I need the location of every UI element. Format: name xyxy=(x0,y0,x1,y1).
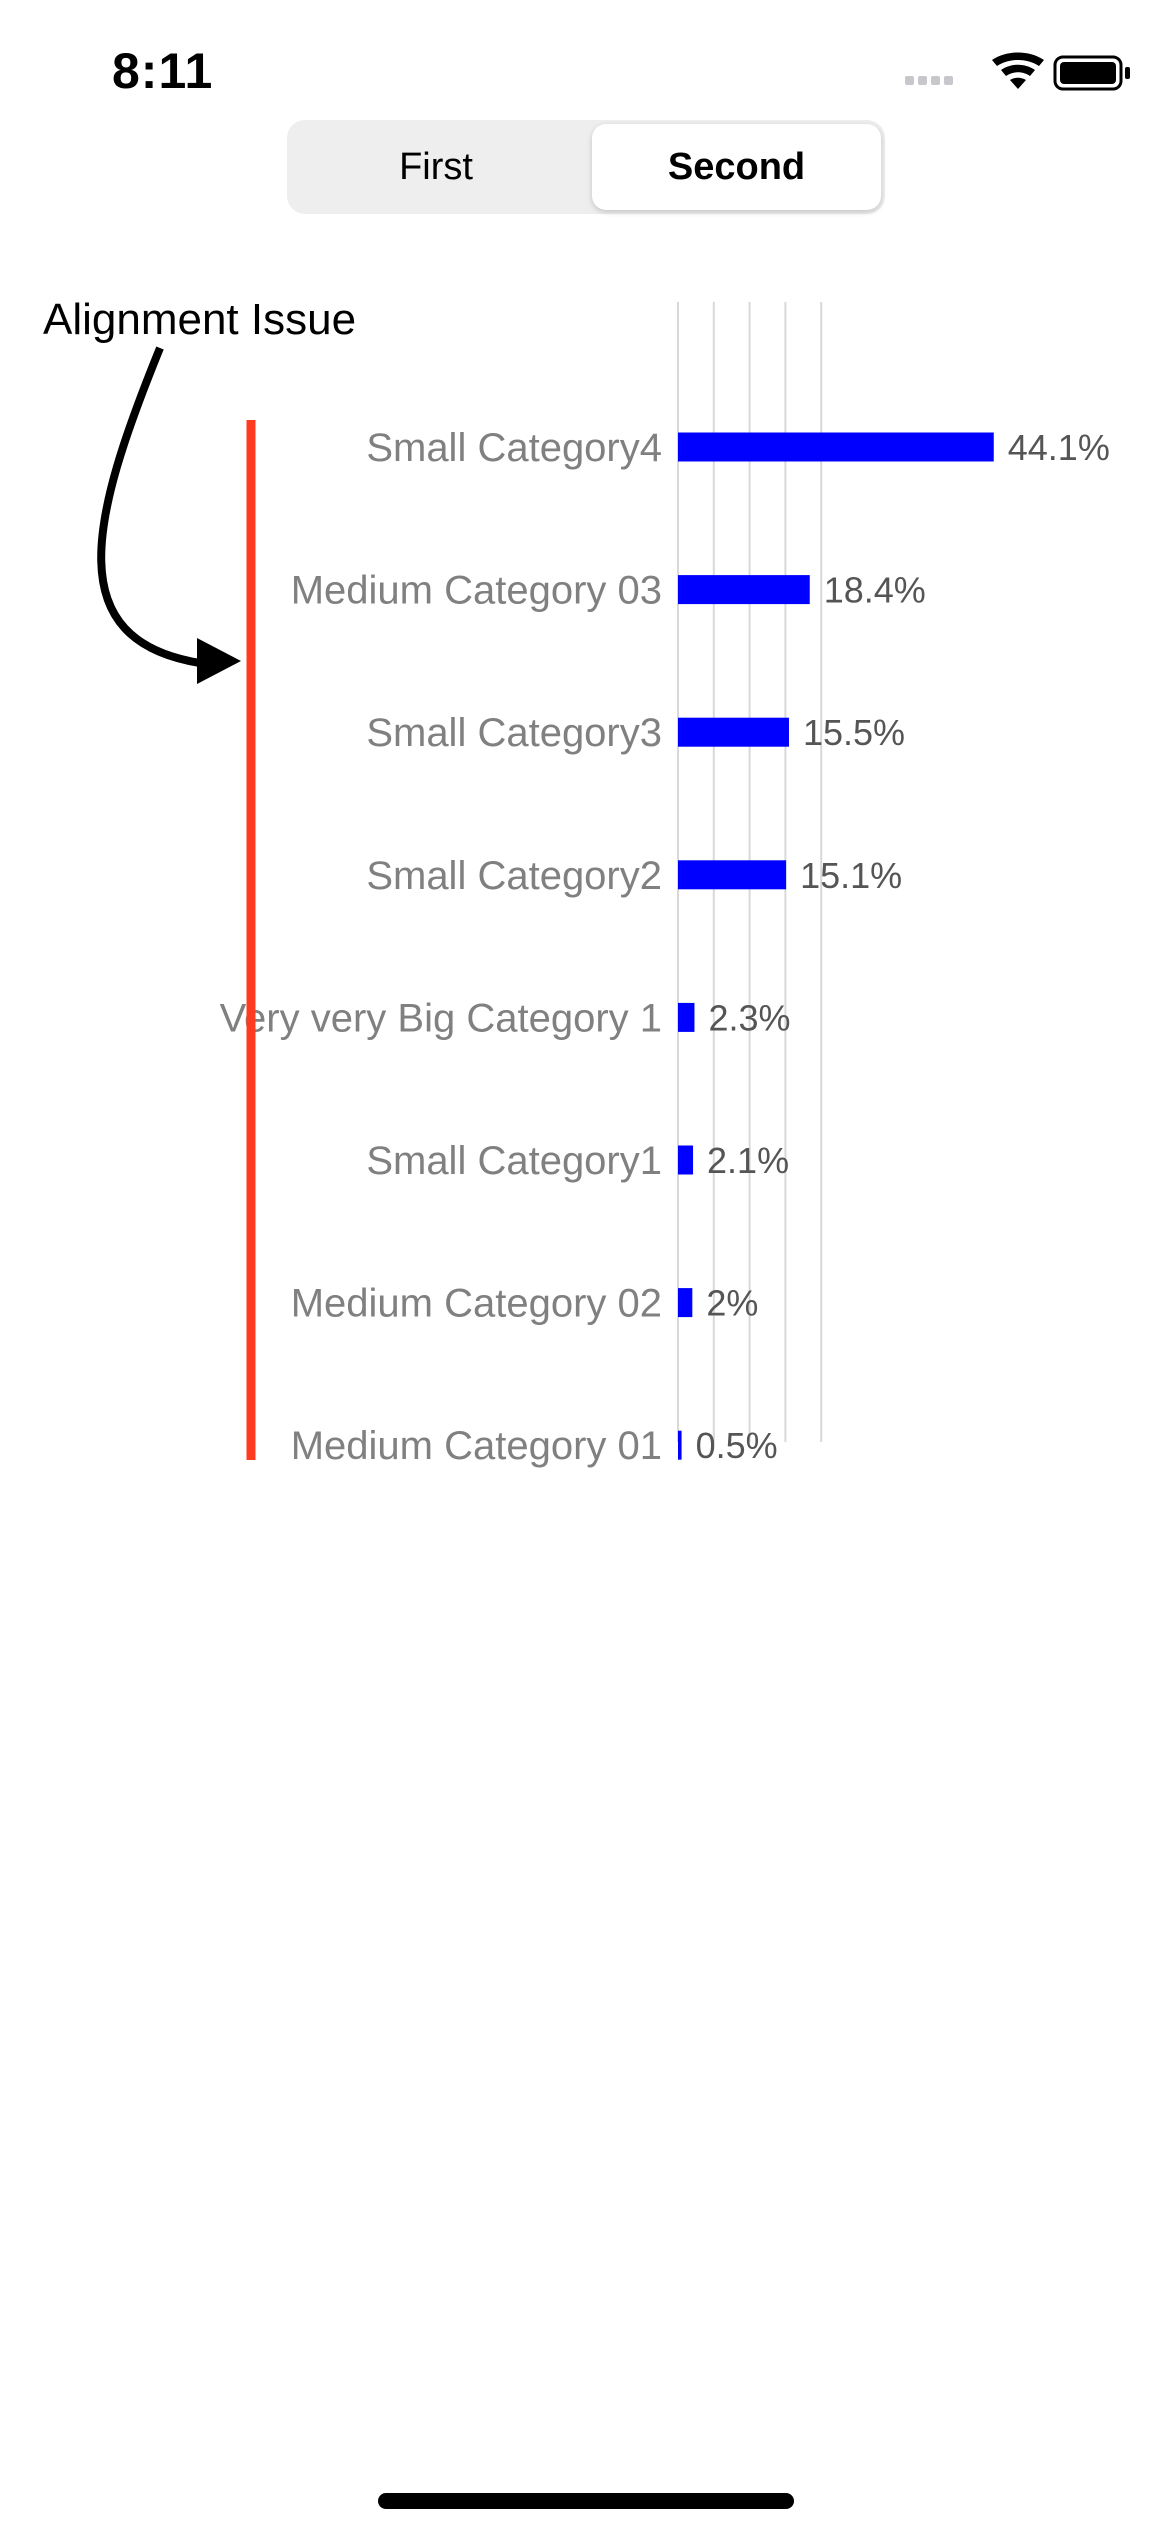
value-label: 0.5% xyxy=(696,1425,778,1466)
bar xyxy=(678,1145,694,1175)
bar-chart: Small Category4 44.1% Medium Category 03 18… xyxy=(220,302,1110,1468)
value-label: 2% xyxy=(706,1283,758,1324)
value-label: 15.1% xyxy=(800,855,902,896)
bar xyxy=(678,1288,693,1318)
bar xyxy=(678,432,994,462)
category-label: Very very Big Category 1 xyxy=(220,996,662,1040)
bar xyxy=(678,1430,682,1460)
category-label: Small Category2 xyxy=(366,854,662,898)
bar xyxy=(678,717,789,747)
category-label: Small Category4 xyxy=(366,426,662,470)
value-label: 2.1% xyxy=(707,1140,789,1181)
category-label: Medium Category 01 xyxy=(291,1424,662,1468)
value-label: 44.1% xyxy=(1008,427,1110,468)
home-indicator xyxy=(378,2493,794,2509)
value-label: 18.4% xyxy=(824,570,926,611)
bar xyxy=(678,575,810,605)
bar xyxy=(678,1002,695,1032)
bar xyxy=(678,860,787,890)
category-label: Medium Category 02 xyxy=(291,1282,662,1326)
value-label: 15.5% xyxy=(803,712,905,753)
category-label: Medium Category 03 xyxy=(291,569,662,613)
category-label: Small Category3 xyxy=(366,711,662,755)
category-label: Small Category1 xyxy=(366,1139,662,1183)
value-label: 2.3% xyxy=(708,997,790,1038)
